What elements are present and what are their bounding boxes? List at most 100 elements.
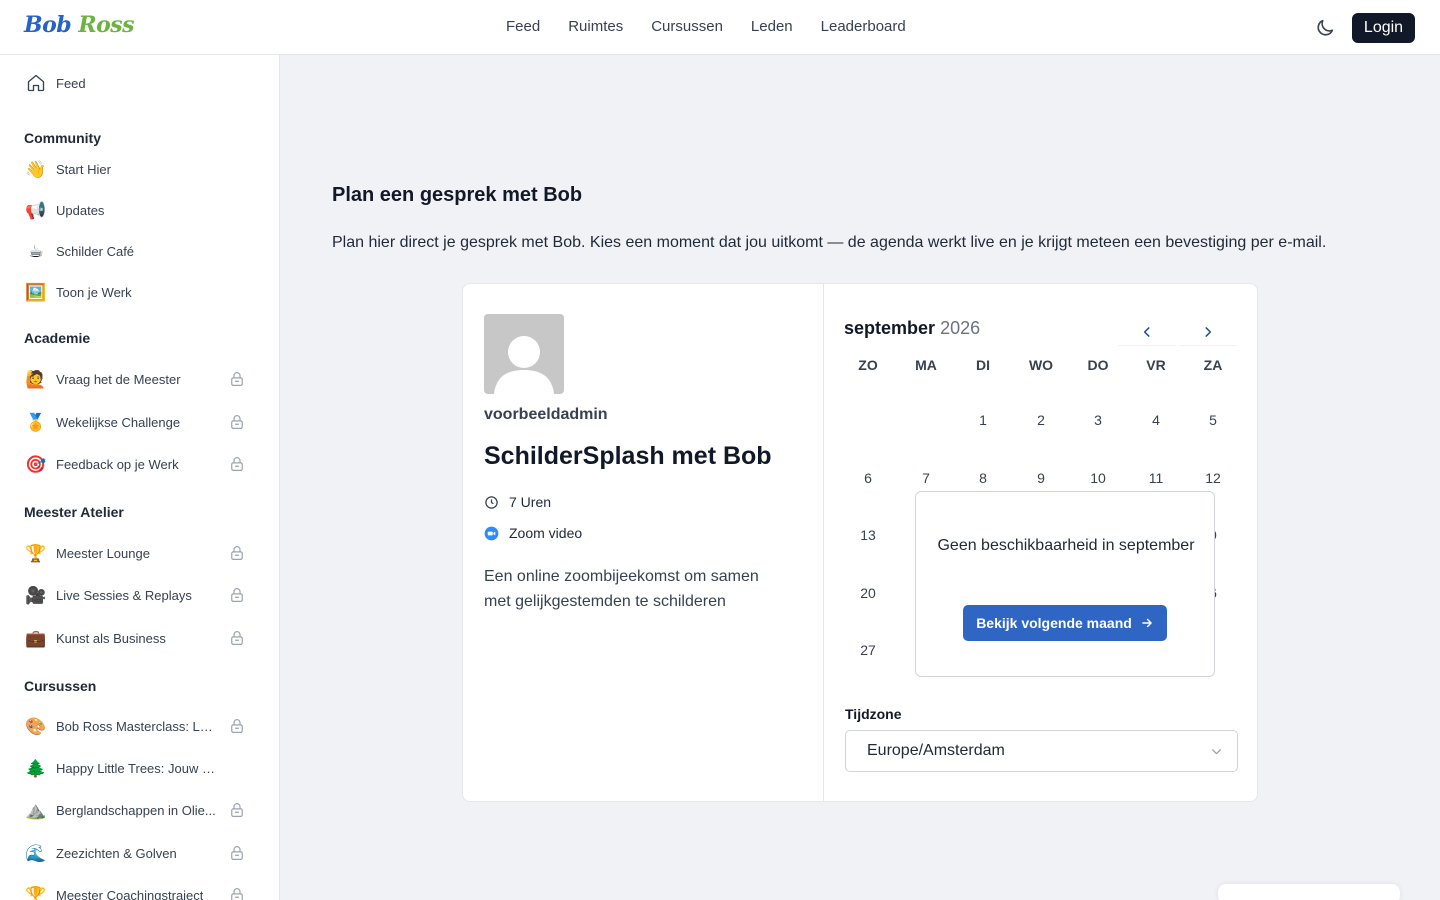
calendar-day: 1 <box>979 412 987 428</box>
dark-mode-toggle-icon[interactable] <box>1314 17 1336 39</box>
nav-ruimtes[interactable]: Ruimtes <box>568 18 623 35</box>
calendar-day: 20 <box>860 585 876 601</box>
calendar-day: 11 <box>1148 470 1164 486</box>
sidebar-emoji-icon: 🖼️ <box>25 282 47 302</box>
sidebar-item[interactable]: 🎨 Bob Ross Masterclass: Lan... <box>24 714 252 738</box>
event-duration: 7 Uren <box>484 494 551 510</box>
sidebar-item[interactable]: 🎥 Live Sessies & Replays <box>24 583 252 607</box>
sidebar-item[interactable]: 🏆 Meester Lounge <box>24 541 252 565</box>
sidebar-item-label: Bob Ross Masterclass: Lan... <box>56 718 216 734</box>
chevron-down-icon <box>1212 749 1221 755</box>
sidebar-emoji-icon: 🏅 <box>25 412 47 432</box>
sidebar-emoji-icon: 🌊 <box>25 843 47 863</box>
calendar-weekday: MA <box>915 357 937 373</box>
calendar-day: 4 <box>1152 412 1160 428</box>
calendar-weekday: VR <box>1146 357 1166 373</box>
next-month-button[interactable] <box>1179 318 1237 346</box>
sidebar-item-label: Updates <box>56 202 105 218</box>
calendar-day: 5 <box>1209 412 1217 428</box>
event-duration-text: 7 Uren <box>509 494 552 510</box>
view-next-month-button[interactable]: Bekijk volgende maand <box>963 605 1167 641</box>
prev-month-button[interactable] <box>1118 318 1176 346</box>
sidebar-item-label: Feed <box>56 75 86 91</box>
calendar-day: 6 <box>864 470 872 486</box>
timezone-label: Tijdzone <box>845 706 902 722</box>
calendar-day: 27 <box>860 642 876 658</box>
sidebar-item[interactable]: 🙋 Vraag het de Meester <box>24 367 252 391</box>
page-description: Plan hier direct je gesprek met Bob. Kie… <box>332 234 1327 251</box>
sidebar-item[interactable]: ☕ Schilder Café <box>24 239 252 263</box>
host-avatar <box>484 314 564 394</box>
sidebar-emoji-icon: ⛰️ <box>25 800 47 820</box>
calendar-day: 13 <box>860 527 876 543</box>
clock-icon <box>485 495 498 509</box>
view-next-month-label: Bekijk volgende maand <box>976 615 1132 631</box>
calendar-day: 9 <box>1037 470 1045 486</box>
sidebar-emoji-icon: 💼 <box>25 628 47 648</box>
top-navbar: Bob Ross Feed Ruimtes Cursussen Leden Le… <box>0 0 1440 55</box>
sidebar-item-label: Zeezichten & Golven <box>56 845 177 861</box>
sidebar-item[interactable]: 🌲 Happy Little Trees: Jouw Eerste ... <box>24 756 252 780</box>
login-button[interactable]: Login <box>1352 13 1415 43</box>
page-title: Plan een gesprek met Bob <box>332 184 583 206</box>
calendar-weekday: ZO <box>858 357 878 373</box>
timezone-value: Europe/Amsterdam <box>867 742 1005 759</box>
main-nav: Feed Ruimtes Cursussen Leden Leaderboard <box>506 18 906 35</box>
sidebar-emoji-icon: 👋 <box>25 159 47 179</box>
sidebar-item-label: Live Sessies & Replays <box>56 587 192 603</box>
sidebar-item-label: Schilder Café <box>56 243 135 259</box>
brand-name-part1: Bob <box>24 12 72 38</box>
nav-feed[interactable]: Feed <box>506 18 540 35</box>
host-name: voorbeeldadmin <box>484 406 608 423</box>
brand-name-part2: Ross <box>78 12 135 38</box>
sidebar-item[interactable]: 🌊 Zeezichten & Golven <box>24 841 252 865</box>
sidebar-item[interactable]: 🖼️ Toon je Werk <box>24 280 252 304</box>
sidebar-emoji-icon: 🎯 <box>25 454 47 474</box>
card-divider <box>823 284 824 801</box>
chevron-left-icon <box>1143 326 1150 337</box>
calendar-day: 8 <box>979 470 987 486</box>
calendar-weekday: WO <box>1028 357 1054 373</box>
calendar-day: 3 <box>1094 412 1102 428</box>
sidebar-emoji-icon: 🏆 <box>25 885 47 900</box>
event-location-text: Zoom video <box>509 525 583 541</box>
zoom-video-icon <box>484 526 499 540</box>
sidebar-item[interactable]: 🏆 Meester Coachingstraject <box>24 883 252 900</box>
sidebar: Feed Community 👋 Start Hier 📢 Updates ☕ Schild… <box>0 55 280 900</box>
sidebar-item-label: Meester Coachingstraject <box>56 887 204 900</box>
avatar-placeholder-icon <box>494 336 554 394</box>
sidebar-section-heading: Academie <box>24 330 91 346</box>
sidebar-item[interactable]: 📢 Updates <box>24 198 252 222</box>
sidebar-item-label: Vraag het de Meester <box>56 371 181 387</box>
sidebar-item[interactable]: 🏅 Wekelijkse Challenge <box>24 410 252 434</box>
sidebar-item-feed[interactable]: Feed <box>24 71 252 95</box>
sidebar-section-heading: Cursussen <box>24 678 97 694</box>
sidebar-item[interactable]: ⛰️ Berglandschappen in Olie... <box>24 798 252 822</box>
sidebar-item-label: Meester Lounge <box>56 545 150 561</box>
sidebar-section-heading: Community <box>24 130 101 146</box>
calendar-day: 12 <box>1205 470 1221 486</box>
bottom-floating-widget[interactable] <box>1218 884 1400 900</box>
sidebar-emoji-icon: 🌲 <box>25 758 47 778</box>
calendar-month-title: september 2026 <box>844 318 980 339</box>
booking-card: voorbeeldadmin SchilderSplash met Bob 7 … <box>462 283 1258 802</box>
chevron-right-icon <box>1205 326 1212 337</box>
event-location: Zoom video <box>484 525 582 541</box>
nav-cursussen[interactable]: Cursussen <box>651 18 723 35</box>
brand-logo[interactable]: Bob Ross <box>24 12 135 38</box>
sidebar-item-label: Start Hier <box>56 161 111 177</box>
home-icon <box>24 71 48 95</box>
timezone-select[interactable]: Europe/Amsterdam <box>845 730 1238 772</box>
nav-leaderboard[interactable]: Leaderboard <box>821 18 906 35</box>
calendar-weekday: DI <box>976 357 990 373</box>
sidebar-emoji-icon: 🎨 <box>25 716 47 736</box>
sidebar-emoji-icon: 🙋 <box>25 369 47 389</box>
sidebar-item-label: Happy Little Trees: Jouw Eerste ... <box>56 760 216 776</box>
calendar-day: 7 <box>922 470 930 486</box>
sidebar-emoji-icon: ☕ <box>28 241 44 261</box>
sidebar-item[interactable]: 🎯 Feedback op je Werk <box>24 452 252 476</box>
sidebar-item[interactable]: 💼 Kunst als Business <box>24 626 252 650</box>
sidebar-item[interactable]: 👋 Start Hier <box>24 157 252 181</box>
nav-leden[interactable]: Leden <box>751 18 793 35</box>
calendar-year: 2026 <box>940 318 981 338</box>
